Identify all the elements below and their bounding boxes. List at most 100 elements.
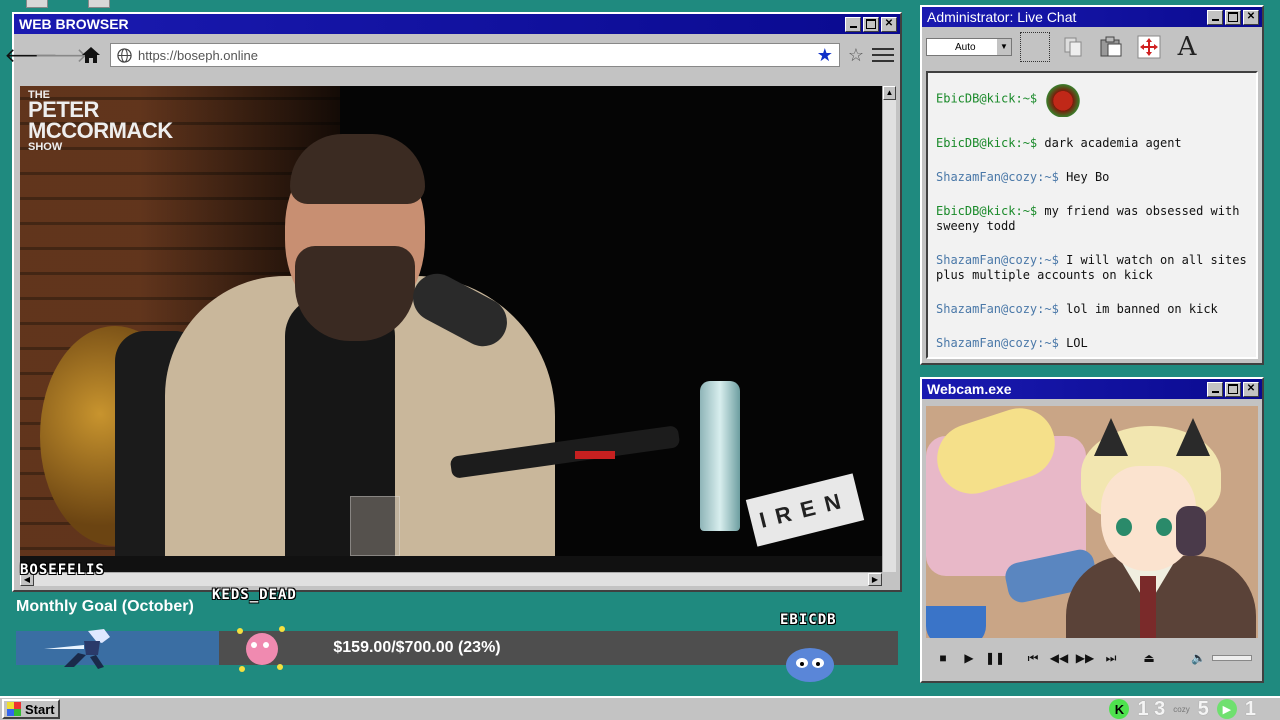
chat-titlebar[interactable]: Administrator: Live Chat ✕ bbox=[922, 7, 1262, 27]
chat-message: ShazamFan@cozy:~$ LOL bbox=[936, 336, 1248, 351]
maximize-button[interactable] bbox=[863, 16, 879, 32]
system-tray: K 1 3 cozy 5 ▶ 1 bbox=[1109, 698, 1256, 720]
chat-text: LOL bbox=[1066, 336, 1088, 350]
chevron-down-icon[interactable]: ▼ bbox=[997, 39, 1011, 55]
chat-username[interactable]: EbicDB@kick:~$ bbox=[936, 92, 1037, 106]
minimize-button[interactable] bbox=[845, 16, 861, 32]
browser-title: WEB BROWSER bbox=[19, 16, 129, 32]
iren-sign: IREN bbox=[745, 473, 865, 547]
chat-username[interactable]: ShazamFan@cozy:~$ bbox=[936, 302, 1059, 316]
headset bbox=[1176, 506, 1206, 556]
zoom-select[interactable]: Auto ▼ bbox=[926, 38, 1012, 56]
volume-slider[interactable] bbox=[1212, 655, 1252, 661]
skip-forward-icon[interactable]: ⏭ bbox=[1100, 647, 1122, 669]
scroll-right-icon[interactable]: ▶ bbox=[868, 573, 882, 586]
chat-window: Administrator: Live Chat ✕ Auto ▼ A Ebic… bbox=[920, 5, 1264, 365]
favorites-star-icon[interactable]: ☆ bbox=[848, 46, 864, 64]
paste-icon[interactable] bbox=[1096, 32, 1126, 62]
mug bbox=[926, 606, 986, 638]
windows-logo-icon bbox=[7, 702, 21, 716]
maximize-button[interactable] bbox=[1225, 381, 1241, 397]
streamer-name-label: BOSEFELIS bbox=[20, 562, 105, 578]
desktop-icons bbox=[26, 0, 126, 10]
browser-navbar: 🡐 🡒 https://boseph.online ★ ☆ bbox=[4, 34, 900, 76]
close-button[interactable]: ✕ bbox=[1243, 381, 1259, 397]
zoom-select-value: Auto bbox=[955, 41, 976, 53]
glass bbox=[350, 496, 400, 556]
maximize-button[interactable] bbox=[1225, 9, 1241, 25]
chat-username[interactable]: ShazamFan@cozy:~$ bbox=[936, 336, 1059, 350]
blue-creature-sprite-icon bbox=[786, 648, 834, 682]
goal-title: Monthly Goal (October) bbox=[16, 598, 194, 615]
font-icon[interactable]: A bbox=[1172, 32, 1202, 62]
eject-icon[interactable]: ⏏ bbox=[1138, 647, 1160, 669]
copy-icon[interactable] bbox=[1058, 32, 1088, 62]
rewind-icon[interactable]: ◀◀ bbox=[1048, 647, 1070, 669]
desktop-icon[interactable] bbox=[88, 0, 110, 8]
webcam-titlebar[interactable]: Webcam.exe ✕ bbox=[922, 379, 1262, 399]
cozy-viewer-count: 5 bbox=[1197, 697, 1209, 720]
chat-text: lol im banned on kick bbox=[1066, 302, 1218, 316]
media-controls: ■ ▶ ❚❚ ⏮ ◀◀ ▶▶ ⏭ ⏏ 🔈 bbox=[926, 643, 1258, 673]
address-bar[interactable]: https://boseph.online ★ bbox=[110, 43, 840, 67]
chat-username[interactable]: ShazamFan@cozy:~$ bbox=[936, 170, 1059, 184]
volume-icon[interactable]: 🔈 bbox=[1191, 651, 1206, 665]
home-button[interactable] bbox=[80, 44, 102, 66]
home-icon bbox=[82, 47, 100, 63]
vertical-scrollbar[interactable]: ▲ bbox=[882, 86, 896, 572]
chat-username[interactable]: ShazamFan@cozy:~$ bbox=[936, 253, 1059, 267]
goal-amount: $159.00/$700.00 (23%) bbox=[333, 639, 501, 656]
skip-back-icon[interactable]: ⏮ bbox=[1022, 647, 1044, 669]
water-bottle bbox=[700, 381, 740, 531]
browser-titlebar[interactable]: WEB BROWSER ✕ bbox=[14, 14, 900, 34]
hamburger-menu-icon[interactable] bbox=[872, 48, 894, 62]
chat-message: ShazamFan@cozy:~$ Hey Bo bbox=[936, 170, 1248, 185]
emote-icon bbox=[1044, 81, 1083, 117]
kick-viewer-count: 1 3 bbox=[1137, 697, 1166, 720]
forward-button[interactable]: 🡒 bbox=[34, 44, 88, 67]
chat-text: dark academia agent bbox=[1044, 136, 1182, 150]
stop-icon[interactable]: ■ bbox=[932, 647, 954, 669]
cozy-label: cozy bbox=[1173, 704, 1190, 714]
globe-icon bbox=[117, 47, 132, 63]
start-button[interactable]: Start bbox=[2, 699, 60, 719]
chat-message: EbicDB@kick:~$ bbox=[936, 81, 1248, 117]
horizontal-scrollbar[interactable]: ◀ ▶ bbox=[20, 572, 882, 586]
other-viewer-count: 1 bbox=[1244, 697, 1256, 720]
webcam-window: Webcam.exe ✕ ■ ▶ ❚❚ ⏮ ◀◀ ▶▶ ⏭ ⏏ 🔈 bbox=[920, 377, 1264, 683]
pause-icon[interactable]: ❚❚ bbox=[984, 647, 1006, 669]
donor-label: KEDS_DEAD bbox=[212, 587, 297, 603]
select-tool-icon[interactable] bbox=[1020, 32, 1050, 62]
donor-label: EBICDB bbox=[780, 612, 837, 628]
chat-message: EbicDB@kick:~$ my friend was obsessed wi… bbox=[936, 204, 1248, 234]
chat-username[interactable]: EbicDB@kick:~$ bbox=[936, 136, 1037, 150]
play-platform-icon[interactable]: ▶ bbox=[1216, 699, 1237, 719]
move-icon[interactable] bbox=[1134, 32, 1164, 62]
chat-username[interactable]: EbicDB@kick:~$ bbox=[936, 204, 1037, 218]
minimize-button[interactable] bbox=[1207, 381, 1223, 397]
fast-forward-icon[interactable]: ▶▶ bbox=[1074, 647, 1096, 669]
taskbar: Start K 1 3 cozy 5 ▶ 1 bbox=[0, 696, 1280, 720]
play-icon[interactable]: ▶ bbox=[958, 647, 980, 669]
chat-messages[interactable]: EbicDB@kick:~$ EbicDB@kick:~$ dark acade… bbox=[926, 71, 1258, 359]
chat-message: EbicDB@kick:~$ dark academia agent bbox=[936, 136, 1248, 151]
browser-window: WEB BROWSER ✕ 🡐 🡒 https://boseph.online … bbox=[4, 12, 902, 592]
minimize-button[interactable] bbox=[1207, 9, 1223, 25]
chat-message: ShazamFan@cozy:~$ lol im banned on kick bbox=[936, 302, 1248, 317]
video-player[interactable]: THE PETER MCCORMACK SHOW IREN bbox=[20, 86, 882, 572]
chat-message: ShazamFan@cozy:~$ I will watch on all si… bbox=[936, 253, 1248, 283]
goal-progress-bar: $159.00/$700.00 (23%) bbox=[16, 626, 898, 682]
close-button[interactable]: ✕ bbox=[1243, 9, 1259, 25]
start-label: Start bbox=[25, 701, 55, 717]
scroll-up-icon[interactable]: ▲ bbox=[883, 86, 896, 100]
runner-sprite-icon bbox=[44, 629, 110, 669]
chat-title: Administrator: Live Chat bbox=[927, 9, 1077, 25]
desktop-icon[interactable] bbox=[26, 0, 48, 8]
bookmark-star-icon[interactable]: ★ bbox=[817, 46, 833, 64]
webcam-title: Webcam.exe bbox=[927, 381, 1012, 397]
close-button[interactable]: ✕ bbox=[881, 16, 897, 32]
chat-toolbar: Auto ▼ A bbox=[922, 27, 1262, 67]
pink-creature-sprite-icon bbox=[237, 626, 285, 672]
webcam-feed bbox=[926, 406, 1258, 638]
kick-icon[interactable]: K bbox=[1109, 699, 1130, 719]
